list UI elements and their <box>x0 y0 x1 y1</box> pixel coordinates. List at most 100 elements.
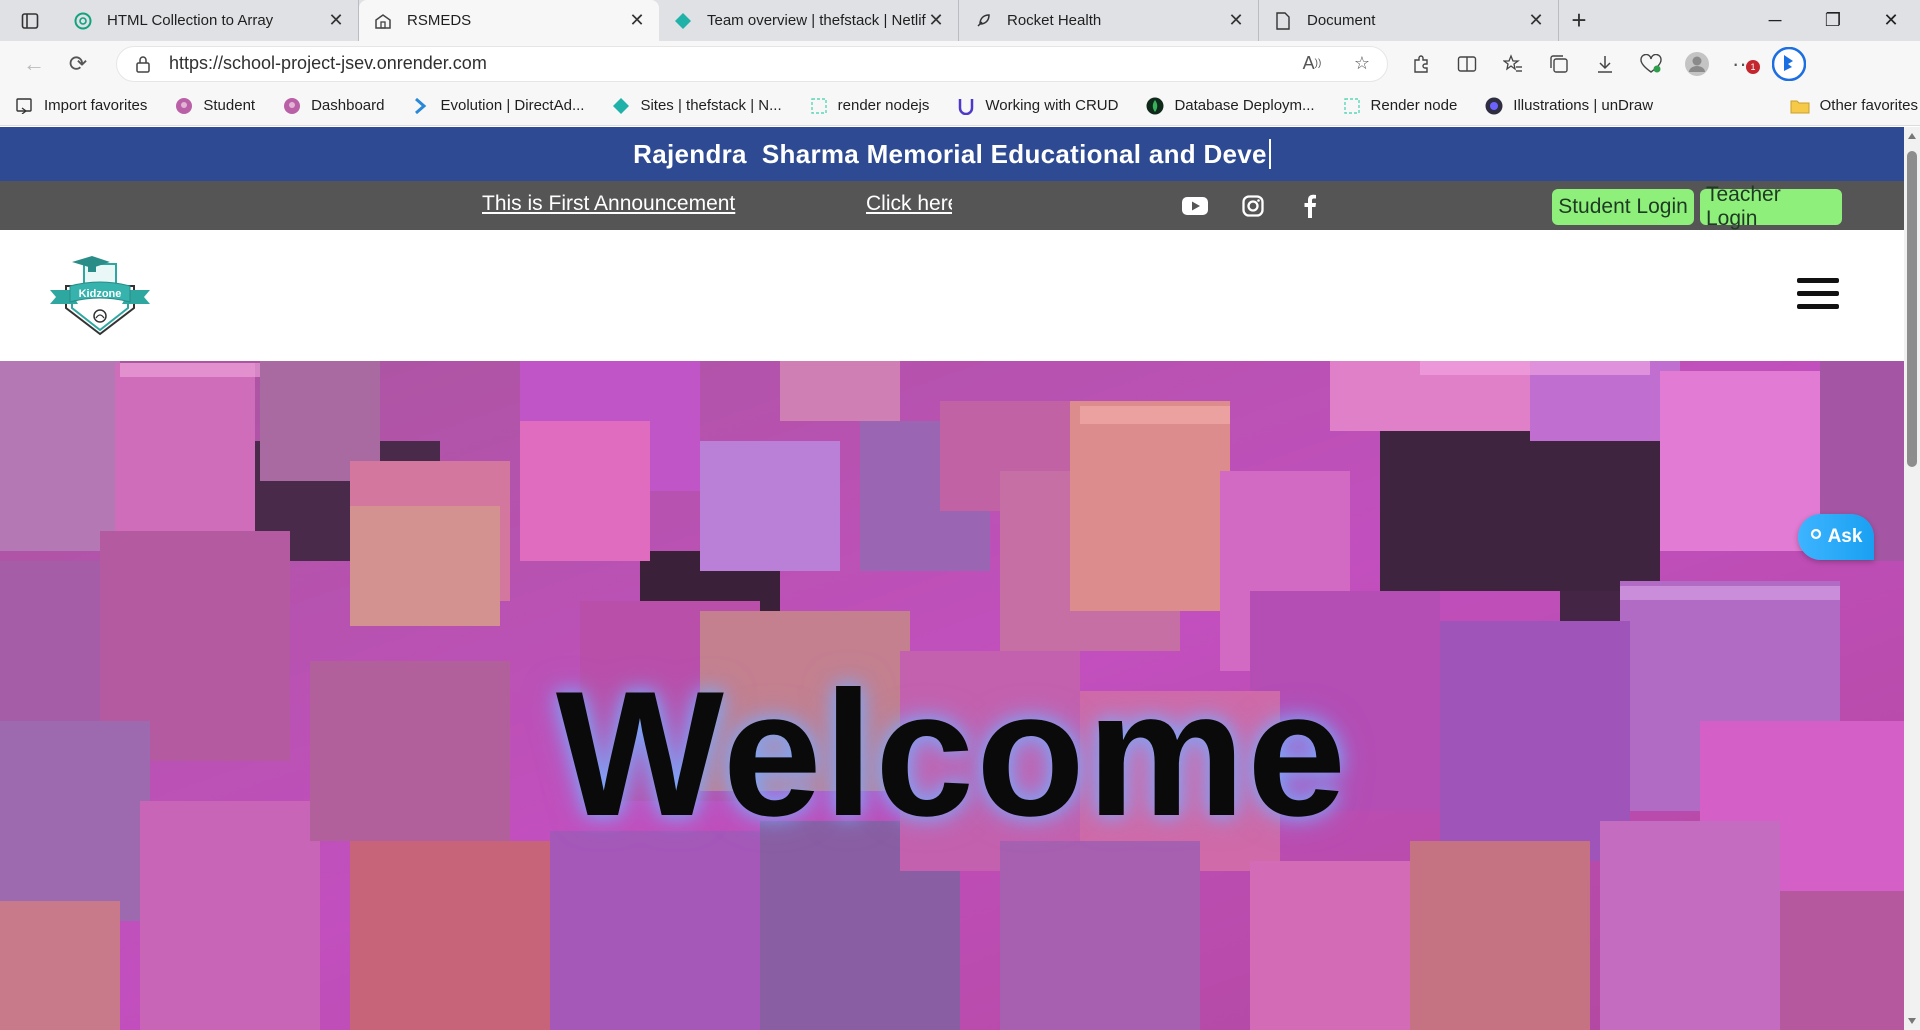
hamburger-bar <box>1797 278 1839 283</box>
tab-title: RSMEDS <box>407 12 472 29</box>
scroll-down-arrow[interactable] <box>1908 1018 1916 1024</box>
globe-icon <box>283 97 301 115</box>
chatgpt-icon <box>73 11 93 31</box>
site-title-banner: Rajendra Sharma Memorial Educational and… <box>0 127 1904 181</box>
netlify-icon <box>673 11 693 31</box>
close-icon[interactable]: ✕ <box>326 10 346 31</box>
document-icon <box>1273 11 1293 31</box>
facebook-icon[interactable] <box>1297 193 1323 219</box>
search-icon <box>1810 526 1824 548</box>
favorite-label: Student <box>203 97 256 114</box>
page-viewport: Rajendra Sharma Memorial Educational and… <box>0 127 1904 1030</box>
tab-rsmeds[interactable]: RSMEDS ✕ <box>359 0 659 41</box>
favorite-item[interactable]: Student <box>159 86 267 126</box>
tab-title: Rocket Health <box>1007 12 1102 29</box>
split-screen-icon[interactable] <box>1444 46 1490 82</box>
favorite-item[interactable]: Illustrations | unDraw <box>1469 86 1665 126</box>
import-icon <box>16 97 34 115</box>
hamburger-menu-icon[interactable] <box>1797 278 1839 312</box>
scroll-up-arrow[interactable] <box>1908 133 1916 139</box>
refresh-button[interactable]: ⟳ <box>56 46 100 82</box>
tab-rocket-health[interactable]: Rocket Health ✕ <box>959 0 1259 41</box>
tab-actions-button[interactable] <box>0 0 59 41</box>
school-icon <box>373 11 393 31</box>
favorite-item[interactable]: Dashboard <box>267 86 396 126</box>
favorites-icon[interactable] <box>1490 46 1536 82</box>
close-icon[interactable]: ✕ <box>926 10 946 31</box>
globe-icon <box>175 97 193 115</box>
undraw-icon <box>1485 97 1503 115</box>
ask-button[interactable]: Ask <box>1798 514 1874 560</box>
close-icon[interactable]: ✕ <box>1226 10 1246 31</box>
url-text[interactable]: https://school-project-jsev.onrender.com <box>163 53 1287 74</box>
favorites-bar: Import favorites Student Dashboard Evolu… <box>0 86 1920 126</box>
collections-icon[interactable] <box>1536 46 1582 82</box>
favorite-label: Evolution | DirectAd... <box>440 97 585 114</box>
window-controls: ─ ❐ ✕ <box>1746 0 1920 41</box>
tab-title: Team overview | thefstack | Netlif <box>707 12 926 29</box>
scrollbar-thumb[interactable] <box>1907 151 1917 467</box>
announcement-link[interactable]: This is First Announcement <box>482 192 735 216</box>
minimize-button[interactable]: ─ <box>1746 0 1804 41</box>
read-aloud-icon[interactable]: A)) <box>1287 53 1337 74</box>
logo-text: Kidzone <box>79 288 122 300</box>
render-icon <box>810 97 828 115</box>
site-title: Rajendra Sharma Memorial Educational and… <box>633 138 1267 169</box>
tab-title: HTML Collection to Array <box>107 12 274 29</box>
notification-badge: 1 <box>1746 59 1760 74</box>
close-icon[interactable]: ✕ <box>627 10 647 31</box>
hamburger-bar <box>1797 304 1839 309</box>
restore-button[interactable]: ❐ <box>1804 0 1862 41</box>
favorite-label: Dashboard <box>311 97 385 114</box>
rocket-icon <box>973 11 993 31</box>
address-bar[interactable]: https://school-project-jsev.onrender.com… <box>116 45 1388 82</box>
render-icon <box>1343 97 1361 115</box>
tab-html-collection[interactable]: HTML Collection to Array ✕ <box>59 0 359 41</box>
u-icon <box>957 97 975 115</box>
settings-more-button[interactable]: ··· 1 <box>1720 46 1766 82</box>
teacher-login-button[interactable]: Teacher Login <box>1700 183 1842 230</box>
typing-cursor <box>1268 139 1271 169</box>
favorite-item[interactable]: Database Deploym... <box>1130 86 1326 126</box>
other-favorites-label: Other favorites <box>1819 97 1918 114</box>
favorite-star-icon[interactable]: ☆ <box>1337 53 1387 74</box>
tab-team-overview[interactable]: Team overview | thefstack | Netlif ✕ <box>659 0 959 41</box>
favorite-item[interactable]: Render node <box>1327 86 1470 126</box>
favorite-label: Sites | thefstack | N... <box>640 97 782 114</box>
browser-tab-strip: HTML Collection to Array ✕ RSMEDS ✕ Team… <box>0 0 1920 41</box>
profile-avatar[interactable] <box>1674 46 1720 82</box>
other-favorites[interactable]: Other favorites <box>1790 86 1920 126</box>
new-tab-button[interactable]: + <box>1559 0 1599 41</box>
downloads-icon[interactable] <box>1582 46 1628 82</box>
instagram-icon[interactable] <box>1240 193 1266 219</box>
tab-document[interactable]: Document ✕ <box>1259 0 1559 41</box>
close-icon[interactable]: ✕ <box>1526 10 1546 31</box>
hero-welcome-heading: Welcome <box>555 654 1349 853</box>
favorite-label: Working with CRUD <box>985 97 1119 114</box>
browser-essentials-icon[interactable] <box>1628 46 1674 82</box>
favorite-item[interactable]: Working with CRUD <box>941 86 1130 126</box>
page-scrollbar[interactable] <box>1904 127 1920 1030</box>
favorite-item[interactable]: Import favorites <box>0 86 159 126</box>
favorite-item[interactable]: render nodejs <box>794 86 942 126</box>
kidzone-logo[interactable]: Kidzone <box>48 252 152 336</box>
extensions-icon[interactable] <box>1398 46 1444 82</box>
favorite-item[interactable]: Sites | thefstack | N... <box>596 86 793 126</box>
click-here-link[interactable]: Click here <box>866 192 952 216</box>
lock-icon[interactable] <box>123 55 163 73</box>
student-login-button[interactable]: Student Login <box>1552 189 1694 225</box>
ask-label: Ask <box>1827 526 1863 547</box>
favorite-label: Import favorites <box>44 97 148 114</box>
youtube-icon[interactable] <box>1182 193 1208 219</box>
bing-copilot-icon[interactable] <box>1766 46 1812 82</box>
close-window-button[interactable]: ✕ <box>1862 0 1920 41</box>
back-button[interactable]: ← <box>12 46 56 82</box>
folder-icon <box>1790 97 1810 115</box>
favorite-item[interactable]: Evolution | DirectAd... <box>396 86 596 126</box>
tab-title: Document <box>1307 12 1376 29</box>
favorite-label: Render node <box>1370 97 1458 114</box>
announcement-bar: This is First Announcement Click here St… <box>0 181 1904 230</box>
hamburger-bar <box>1797 291 1839 296</box>
favorite-label: Database Deploym... <box>1174 97 1315 114</box>
tab-actions-icon <box>21 12 38 29</box>
